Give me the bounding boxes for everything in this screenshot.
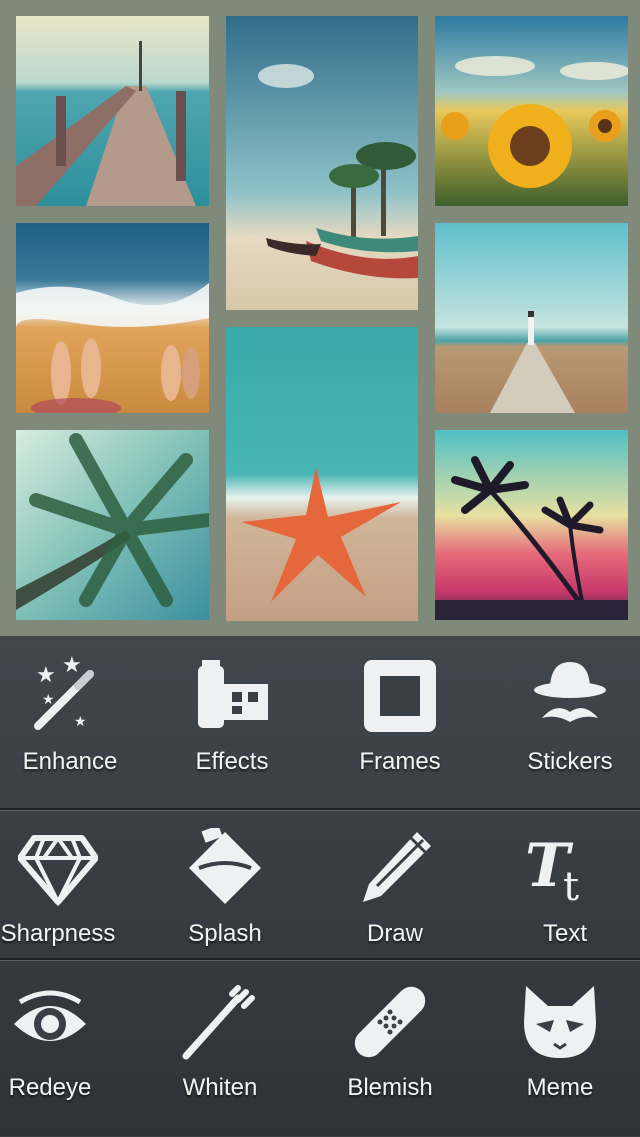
collage-photo-sunset-palms[interactable] <box>435 430 628 620</box>
diamond-icon <box>18 828 98 908</box>
hat-mustache-icon <box>530 656 610 736</box>
film-icon <box>192 656 272 736</box>
collage-photo-lighthouse-road[interactable] <box>435 223 628 413</box>
bandage-icon <box>350 982 430 1062</box>
tool-row-1: ★ ★ ★ ★ Enhance Effects Frames Stickers <box>0 656 640 811</box>
meme-label: Meme <box>526 1074 594 1101</box>
cat-mask-icon <box>520 982 600 1062</box>
eye-icon <box>10 982 90 1062</box>
row-divider-1 <box>0 808 640 811</box>
magic-wand-icon: ★ ★ ★ ★ <box>30 656 110 736</box>
photo-collage <box>0 0 640 636</box>
collage-photo-boats-beach[interactable] <box>226 16 418 310</box>
collage-photo-starfish[interactable] <box>226 327 418 621</box>
svg-text:t: t <box>563 864 579 908</box>
frame-icon <box>360 656 440 736</box>
pencil-icon <box>355 828 435 908</box>
collage-photo-pier[interactable] <box>16 16 209 206</box>
stickers-label: Stickers <box>527 748 613 775</box>
svg-text:★: ★ <box>62 656 82 678</box>
collage-photo-feet-waves[interactable] <box>16 223 209 413</box>
toothbrush-icon <box>180 982 260 1062</box>
svg-text:★: ★ <box>36 663 56 688</box>
collage-photo-sunflowers[interactable] <box>435 16 628 206</box>
text-tt-icon: Tt <box>525 828 605 908</box>
tool-row-3: Redeye Whiten Blemish Meme <box>0 982 640 1137</box>
collage-photo-palm-tree[interactable] <box>16 430 209 620</box>
text-label: Text <box>542 920 587 947</box>
tool-palette: ★★★★ Enhance Effects Frames Stickers <box>0 636 640 1136</box>
svg-text:★: ★ <box>42 692 55 708</box>
svg-text:★: ★ <box>74 714 87 730</box>
row-divider-2 <box>0 958 640 961</box>
paint-bucket-icon <box>185 828 265 908</box>
